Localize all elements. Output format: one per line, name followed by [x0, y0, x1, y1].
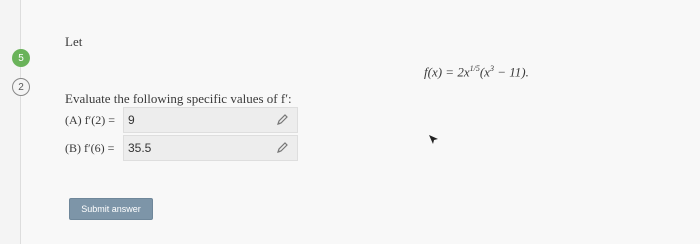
answer-label-a: (A) f′(2) =	[65, 112, 116, 127]
answer-input-b[interactable]: 35.5	[123, 135, 298, 161]
answer-row-a: (A) f′(2) = 9	[65, 107, 298, 133]
part-number-badge[interactable]: 2	[12, 78, 30, 96]
question-prompt: Evaluate the following specific values o…	[65, 91, 292, 106]
submit-answer-button[interactable]: Submit answer	[69, 198, 153, 220]
pencil-icon[interactable]	[275, 141, 289, 155]
intro-text: Let	[65, 34, 83, 49]
answer-value-b: 35.5	[128, 141, 152, 155]
answer-value-a: 9	[128, 113, 135, 127]
answer-input-a[interactable]: 9	[123, 107, 298, 133]
question-number-badge[interactable]: 5	[12, 49, 30, 67]
function-definition: f(x) = 2x1/5(x3 − 11).	[424, 64, 529, 80]
pencil-icon[interactable]	[275, 113, 289, 127]
answer-row-b: (B) f′(6) = 35.5	[65, 135, 298, 161]
answer-label-b: (B) f′(6) =	[65, 140, 115, 155]
mouse-cursor-icon	[429, 135, 438, 144]
